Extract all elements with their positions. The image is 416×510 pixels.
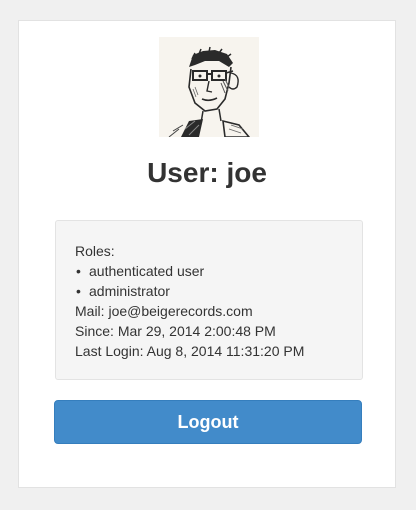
roles-label: Roles: (75, 243, 115, 259)
role-item: administrator (76, 281, 343, 301)
last-login-label: Last Login: (75, 343, 144, 359)
last-login-value: Aug 8, 2014 11:31:20 PM (146, 343, 305, 359)
mail-row: Mail: joe@beigerecords.com (75, 301, 343, 321)
since-label: Since: (75, 323, 114, 339)
page-title-username: joe (226, 157, 267, 188)
last-login-row: Last Login: Aug 8, 2014 11:31:20 PM (75, 341, 343, 361)
page-title: User: joe (19, 155, 395, 191)
user-sketch-portrait-icon (159, 37, 259, 137)
since-row: Since: Mar 29, 2014 2:00:48 PM (75, 321, 343, 341)
logout-button[interactable]: Logout (54, 400, 362, 444)
mail-value: joe@beigerecords.com (108, 303, 253, 319)
avatar (159, 37, 259, 137)
mail-label: Mail: (75, 303, 105, 319)
since-value: Mar 29, 2014 2:00:48 PM (117, 323, 276, 339)
role-item: authenticated user (76, 261, 343, 281)
user-info-panel: Roles: authenticated user administrator … (55, 220, 363, 380)
roles-list: authenticated user administrator (75, 261, 343, 301)
user-profile-card: User:joe Roles: authenticated user admin… (18, 20, 396, 488)
page-title-prefix: User: (147, 157, 219, 188)
